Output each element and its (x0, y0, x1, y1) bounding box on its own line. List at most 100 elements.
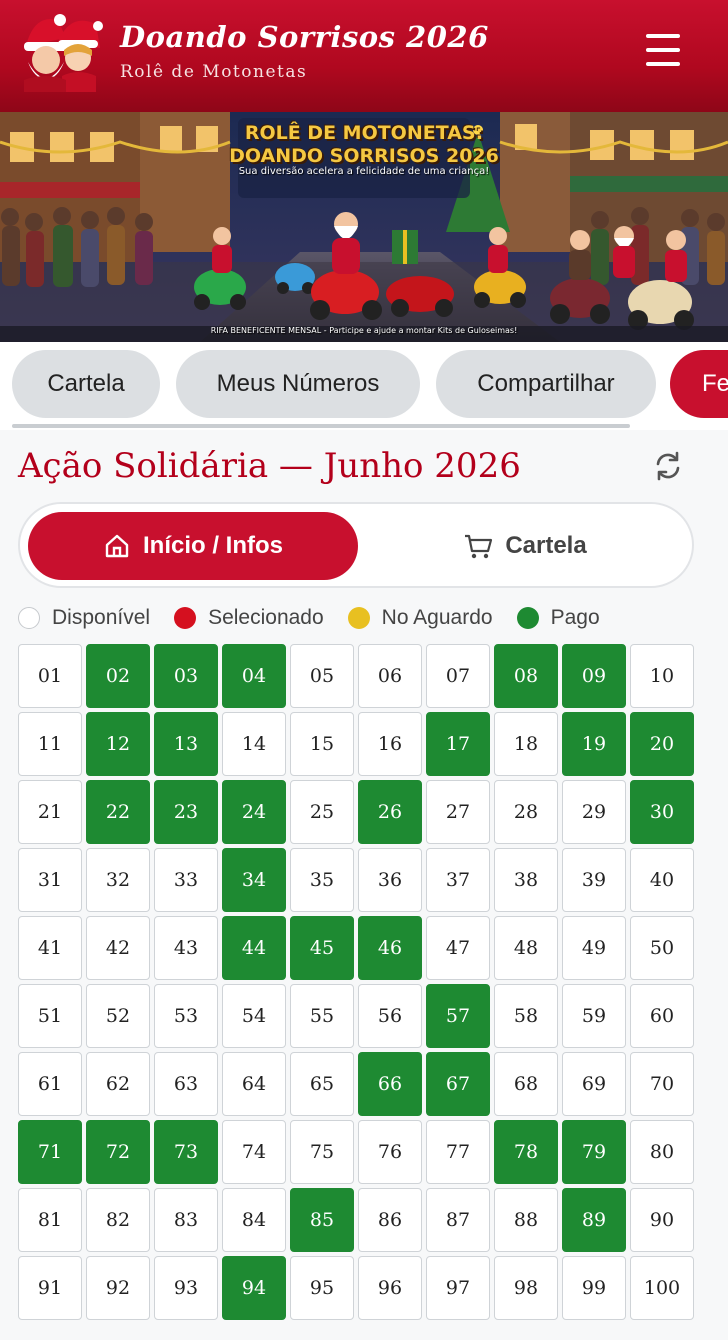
number-cell[interactable]: 37 (426, 848, 490, 912)
number-cell[interactable]: 66 (358, 1052, 422, 1116)
number-cell[interactable]: 71 (18, 1120, 82, 1184)
number-cell[interactable]: 34 (222, 848, 286, 912)
refresh-icon[interactable] (652, 450, 684, 482)
number-cell[interactable]: 35 (290, 848, 354, 912)
number-cell[interactable]: 57 (426, 984, 490, 1048)
number-cell[interactable]: 95 (290, 1256, 354, 1320)
number-cell[interactable]: 02 (86, 644, 150, 708)
tab-compartilhar[interactable]: Compartilhar (436, 350, 656, 418)
number-cell[interactable]: 49 (562, 916, 626, 980)
tab-cartela[interactable]: Cartela (12, 350, 160, 418)
number-cell[interactable]: 79 (562, 1120, 626, 1184)
number-cell[interactable]: 58 (494, 984, 558, 1048)
number-cell[interactable]: 60 (630, 984, 694, 1048)
number-cell[interactable]: 63 (154, 1052, 218, 1116)
number-cell[interactable]: 74 (222, 1120, 286, 1184)
number-cell[interactable]: 73 (154, 1120, 218, 1184)
number-cell[interactable]: 92 (86, 1256, 150, 1320)
number-cell[interactable]: 98 (494, 1256, 558, 1320)
number-cell[interactable]: 77 (426, 1120, 490, 1184)
number-cell[interactable]: 20 (630, 712, 694, 776)
number-cell[interactable]: 46 (358, 916, 422, 980)
number-cell[interactable]: 65 (290, 1052, 354, 1116)
number-cell[interactable]: 14 (222, 712, 286, 776)
number-cell[interactable]: 97 (426, 1256, 490, 1320)
number-cell[interactable]: 84 (222, 1188, 286, 1252)
cartela-button[interactable]: Cartela (360, 512, 690, 580)
number-cell[interactable]: 83 (154, 1188, 218, 1252)
number-cell[interactable]: 93 (154, 1256, 218, 1320)
number-cell[interactable]: 64 (222, 1052, 286, 1116)
number-cell[interactable]: 52 (86, 984, 150, 1048)
number-cell[interactable]: 39 (562, 848, 626, 912)
number-cell[interactable]: 36 (358, 848, 422, 912)
number-cell[interactable]: 51 (18, 984, 82, 1048)
number-cell[interactable]: 30 (630, 780, 694, 844)
inicio-infos-button[interactable]: Início / Infos (28, 512, 358, 580)
number-cell[interactable]: 25 (290, 780, 354, 844)
number-cell[interactable]: 28 (494, 780, 558, 844)
number-cell[interactable]: 91 (18, 1256, 82, 1320)
number-cell[interactable]: 40 (630, 848, 694, 912)
number-cell[interactable]: 89 (562, 1188, 626, 1252)
number-cell[interactable]: 59 (562, 984, 626, 1048)
number-cell[interactable]: 48 (494, 916, 558, 980)
number-cell[interactable]: 78 (494, 1120, 558, 1184)
number-cell[interactable]: 18 (494, 712, 558, 776)
number-cell[interactable]: 06 (358, 644, 422, 708)
number-cell[interactable]: 16 (358, 712, 422, 776)
number-cell[interactable]: 55 (290, 984, 354, 1048)
number-cell[interactable]: 85 (290, 1188, 354, 1252)
number-cell[interactable]: 45 (290, 916, 354, 980)
number-cell[interactable]: 50 (630, 916, 694, 980)
number-cell[interactable]: 96 (358, 1256, 422, 1320)
number-cell[interactable]: 05 (290, 644, 354, 708)
number-cell[interactable]: 80 (630, 1120, 694, 1184)
number-cell[interactable]: 54 (222, 984, 286, 1048)
number-cell[interactable]: 44 (222, 916, 286, 980)
number-cell[interactable]: 13 (154, 712, 218, 776)
number-cell[interactable]: 68 (494, 1052, 558, 1116)
number-cell[interactable]: 69 (562, 1052, 626, 1116)
number-cell[interactable]: 24 (222, 780, 286, 844)
number-cell[interactable]: 99 (562, 1256, 626, 1320)
number-cell[interactable]: 86 (358, 1188, 422, 1252)
number-cell[interactable]: 72 (86, 1120, 150, 1184)
tabs-scrollbar[interactable] (12, 424, 630, 428)
number-cell[interactable]: 94 (222, 1256, 286, 1320)
number-cell[interactable]: 56 (358, 984, 422, 1048)
number-cell[interactable]: 27 (426, 780, 490, 844)
number-cell[interactable]: 12 (86, 712, 150, 776)
number-cell[interactable]: 67 (426, 1052, 490, 1116)
number-cell[interactable]: 04 (222, 644, 286, 708)
number-cell[interactable]: 75 (290, 1120, 354, 1184)
number-cell[interactable]: 38 (494, 848, 558, 912)
number-cell[interactable]: 43 (154, 916, 218, 980)
number-cell[interactable]: 33 (154, 848, 218, 912)
number-cell[interactable]: 76 (358, 1120, 422, 1184)
tab-fe[interactable]: Fe (670, 350, 728, 418)
number-cell[interactable]: 88 (494, 1188, 558, 1252)
number-cell[interactable]: 07 (426, 644, 490, 708)
number-cell[interactable]: 29 (562, 780, 626, 844)
number-cell[interactable]: 87 (426, 1188, 490, 1252)
number-cell[interactable]: 47 (426, 916, 490, 980)
number-cell[interactable]: 100 (630, 1256, 694, 1320)
hamburger-menu-icon[interactable] (644, 32, 684, 68)
tab-meus-numeros[interactable]: Meus Números (176, 350, 420, 418)
number-cell[interactable]: 41 (18, 916, 82, 980)
number-cell[interactable]: 03 (154, 644, 218, 708)
number-cell[interactable]: 31 (18, 848, 82, 912)
number-cell[interactable]: 21 (18, 780, 82, 844)
number-cell[interactable]: 01 (18, 644, 82, 708)
number-cell[interactable]: 42 (86, 916, 150, 980)
number-cell[interactable]: 11 (18, 712, 82, 776)
number-cell[interactable]: 09 (562, 644, 626, 708)
number-cell[interactable]: 08 (494, 644, 558, 708)
number-cell[interactable]: 15 (290, 712, 354, 776)
number-cell[interactable]: 10 (630, 644, 694, 708)
number-cell[interactable]: 22 (86, 780, 150, 844)
number-cell[interactable]: 90 (630, 1188, 694, 1252)
number-cell[interactable]: 26 (358, 780, 422, 844)
number-cell[interactable]: 32 (86, 848, 150, 912)
